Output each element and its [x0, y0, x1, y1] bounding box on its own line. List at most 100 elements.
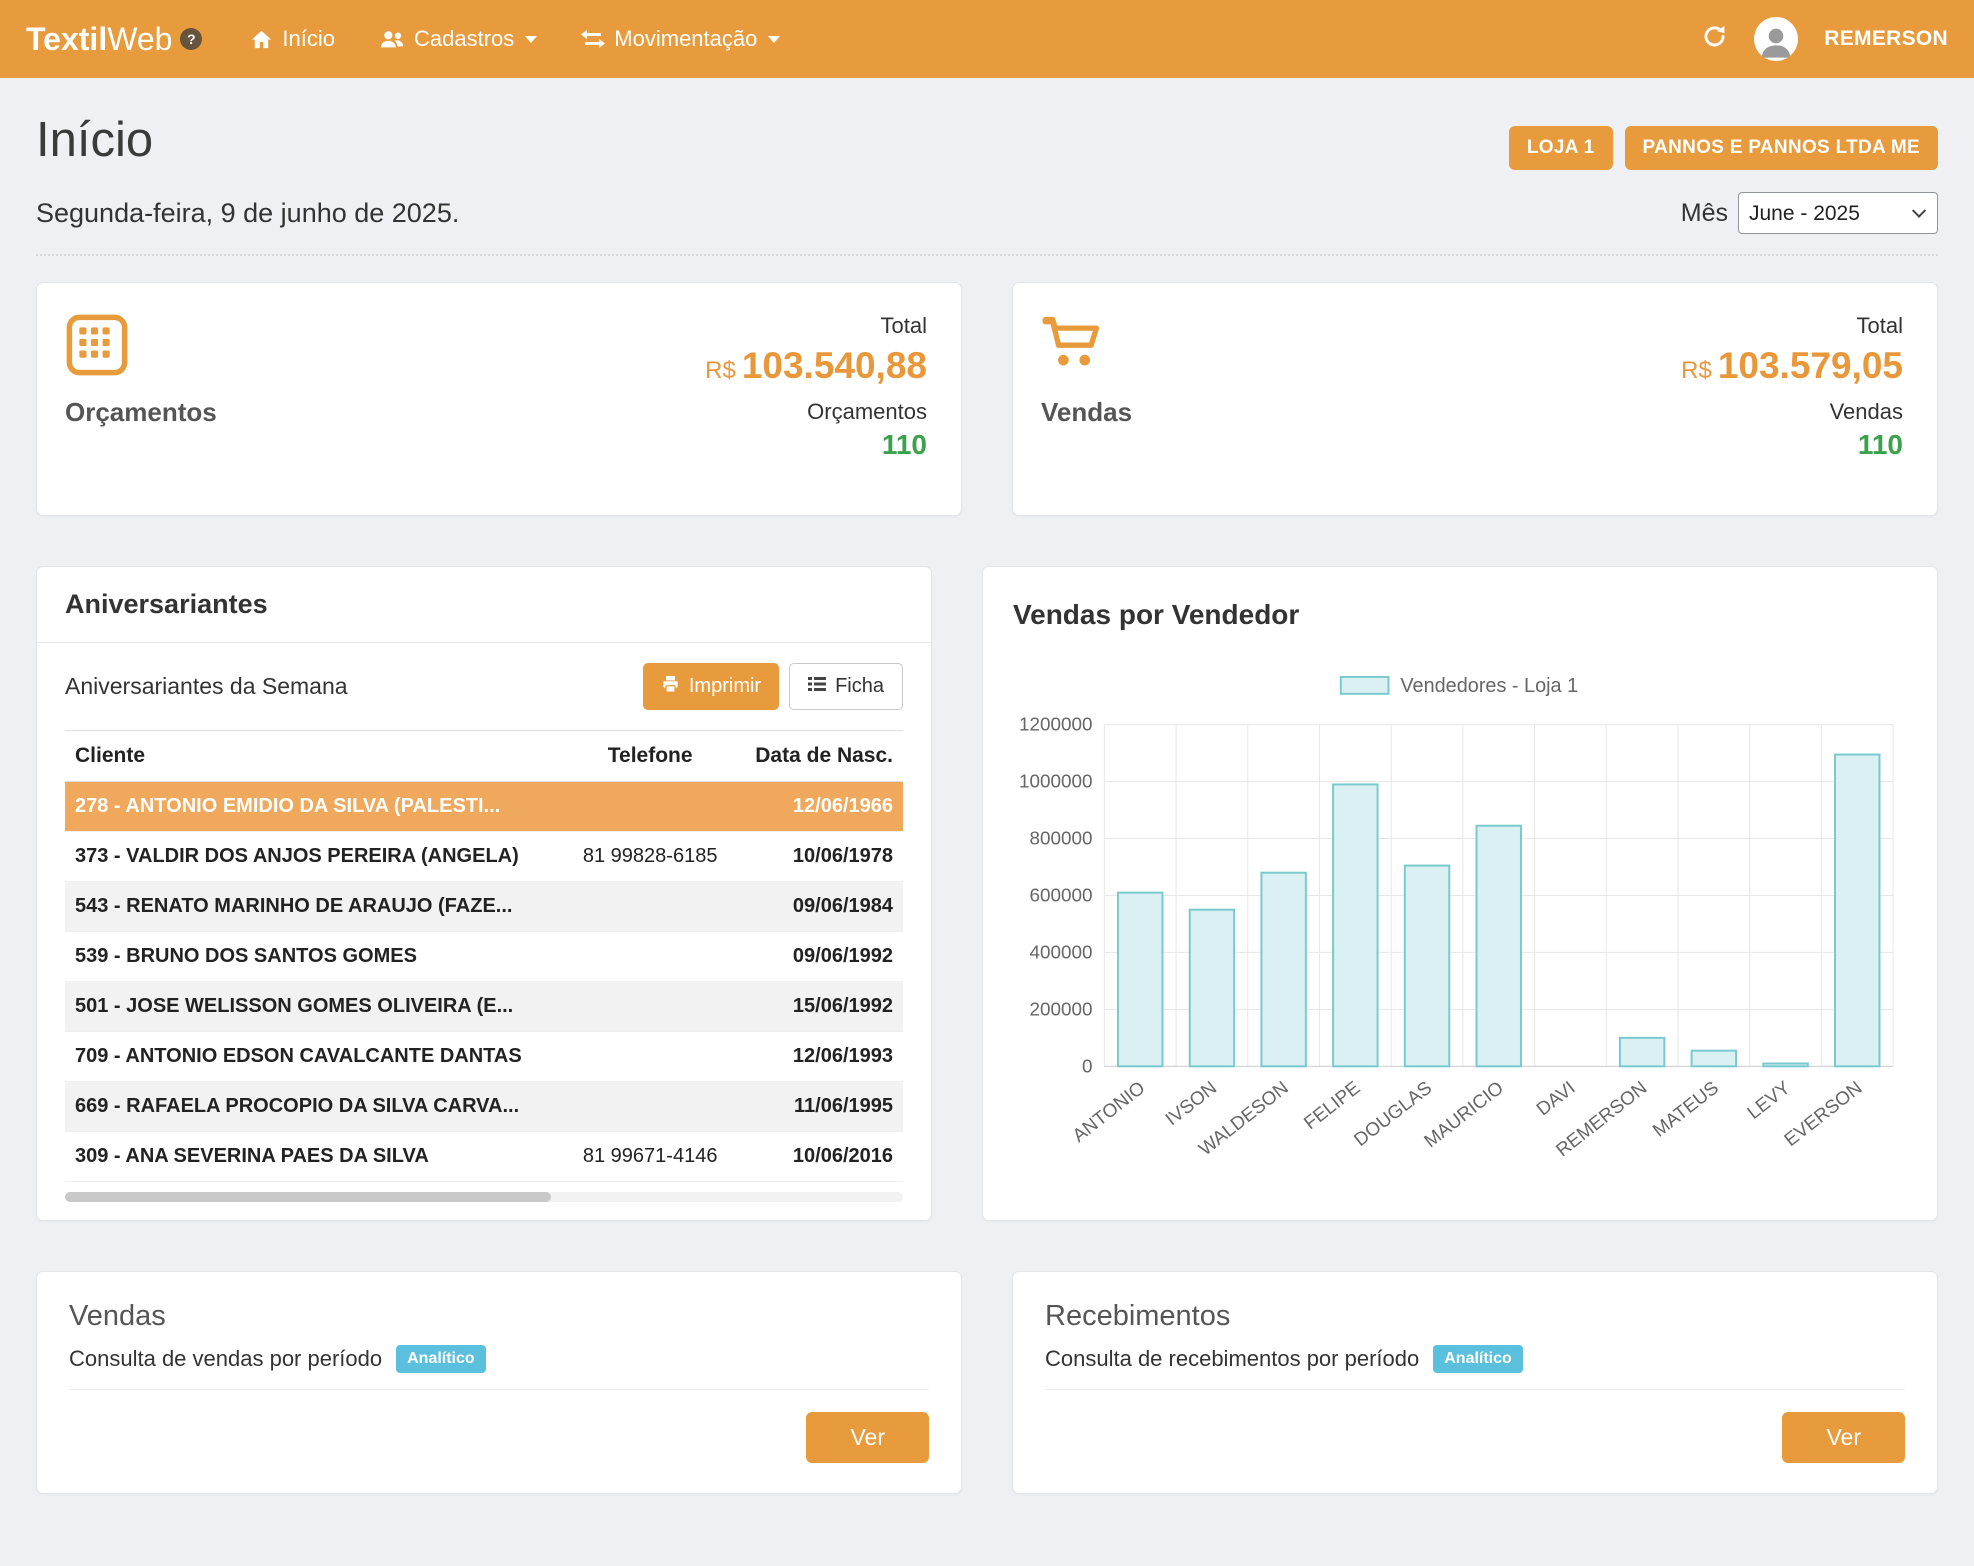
ver-recebimentos-button[interactable]: Ver [1782, 1412, 1905, 1463]
svg-text:EVERSON: EVERSON [1780, 1077, 1866, 1150]
table-row[interactable]: 501 - JOSE WELISSON GOMES OLIVEIRA (E...… [65, 982, 903, 1032]
cell-phone [567, 882, 733, 932]
navbar-right: REMERSON [1701, 17, 1948, 61]
cell-phone: 81 99671-4146 [567, 1132, 733, 1182]
avatar[interactable] [1754, 17, 1798, 61]
chart-bar [1477, 826, 1521, 1067]
nav-label: Início [282, 26, 335, 52]
column-header-data-nasc[interactable]: Data de Nasc. [733, 731, 903, 782]
chart-legend[interactable]: Vendedores - Loja 1 [1341, 675, 1578, 697]
svg-text:200000: 200000 [1030, 999, 1093, 1020]
nav-item-movimentacao[interactable]: Movimentação [581, 26, 780, 52]
table-row[interactable]: 543 - RENATO MARINHO DE ARAUJO (FAZE...0… [65, 882, 903, 932]
aniversariantes-table: Cliente Telefone Data de Nasc. 278 - ANT… [65, 730, 903, 1182]
column-header-cliente[interactable]: Cliente [65, 731, 567, 782]
chart-bar [1835, 755, 1879, 1067]
svg-text:0: 0 [1082, 1055, 1093, 1076]
table-row[interactable]: 278 - ANTONIO EMIDIO DA SILVA (PALESTI..… [65, 782, 903, 832]
header-divider [36, 254, 1938, 256]
svg-text:1000000: 1000000 [1019, 771, 1092, 792]
cell-client: 309 - ANA SEVERINA PAES DA SILVA [65, 1132, 567, 1182]
ficha-button[interactable]: Ficha [789, 663, 903, 710]
top-navbar: TextilWeb ? Início Cadastros Movimentaçã… [0, 0, 1974, 78]
chart-bar [1333, 785, 1377, 1067]
month-select-wrap: June - 2025 [1738, 192, 1938, 234]
birthdays-tbody: 278 - ANTONIO EMIDIO DA SILVA (PALESTI..… [65, 782, 903, 1182]
users-icon [379, 28, 405, 50]
ver-vendas-button[interactable]: Ver [806, 1412, 929, 1463]
cell-date: 09/06/1992 [733, 932, 903, 982]
table-row[interactable]: 539 - BRUNO DOS SANTOS GOMES 09/06/1992 [65, 932, 903, 982]
chart-bar [1118, 893, 1162, 1067]
svg-text:IVSON: IVSON [1161, 1077, 1220, 1130]
count-label: Orçamentos [705, 399, 927, 425]
aniversariantes-card: Aniversariantes Aniversariantes da Seman… [36, 566, 932, 1221]
cell-client: 501 - JOSE WELISSON GOMES OLIVEIRA (E... [65, 982, 567, 1032]
svg-text:1200000: 1200000 [1019, 714, 1092, 735]
month-select[interactable]: June - 2025 [1738, 192, 1938, 234]
table-row[interactable]: 373 - VALDIR DOS ANJOS PEREIRA (ANGELA)8… [65, 832, 903, 882]
cell-client: 278 - ANTONIO EMIDIO DA SILVA (PALESTI..… [65, 782, 567, 832]
consult-card-description: Consulta de recebimentos por período [1045, 1346, 1419, 1372]
current-date: Segunda-feira, 9 de junho de 2025. [36, 198, 459, 229]
svg-text:DAVI: DAVI [1532, 1077, 1579, 1120]
column-header-telefone[interactable]: Telefone [567, 731, 733, 782]
table-row[interactable]: 709 - ANTONIO EDSON CAVALCANTE DANTAS12/… [65, 1032, 903, 1082]
cell-phone [567, 782, 733, 832]
store-button[interactable]: LOJA 1 [1509, 126, 1613, 170]
user-name[interactable]: REMERSON [1824, 27, 1948, 51]
imprimir-button[interactable]: Imprimir [643, 663, 779, 710]
count-label: Vendas [1681, 399, 1903, 425]
svg-text:400000: 400000 [1030, 942, 1093, 963]
orcamentos-summary-card: Orçamentos Total R$103.540,88 Orçamentos… [36, 282, 962, 516]
svg-text:MATEUS: MATEUS [1649, 1077, 1723, 1141]
cell-client: 669 - RAFAELA PROCOPIO DA SILVA CARVA... [65, 1082, 567, 1132]
recebimentos-consult-card: Recebimentos Consulta de recebimentos po… [1012, 1271, 1938, 1494]
analitico-badge: Analítico [1433, 1345, 1523, 1373]
table-row[interactable]: 309 - ANA SEVERINA PAES DA SILVA81 99671… [65, 1132, 903, 1182]
refresh-icon[interactable] [1701, 23, 1728, 55]
cell-client: 539 - BRUNO DOS SANTOS GOMES [65, 932, 567, 982]
cell-client: 373 - VALDIR DOS ANJOS PEREIRA (ANGELA) [65, 832, 567, 882]
total-amount: R$103.540,88 [705, 345, 927, 387]
table-row[interactable]: 669 - RAFAELA PROCOPIO DA SILVA CARVA...… [65, 1082, 903, 1132]
aniversariantes-title: Aniversariantes [65, 589, 903, 620]
consult-card-title: Vendas [69, 1300, 929, 1333]
shopping-cart-icon [1041, 313, 1132, 379]
cell-phone [567, 932, 733, 982]
aniversariantes-subtitle: Aniversariantes da Semana [65, 673, 348, 700]
horizontal-scrollbar[interactable] [65, 1192, 903, 1202]
summary-card-name: Vendas [1041, 397, 1132, 428]
count-value: 110 [705, 429, 927, 461]
consult-card-description: Consulta de vendas por período [69, 1346, 382, 1372]
consult-card-title: Recebimentos [1045, 1300, 1905, 1333]
exchange-arrows-icon [581, 29, 605, 49]
month-label: Mês [1681, 199, 1728, 228]
vendas-por-vendedor-card: Vendas por Vendedor 0 200000 400000 600000 8… [982, 566, 1938, 1221]
calculator-icon [65, 313, 217, 379]
chart-bar [1763, 1064, 1807, 1067]
cell-phone [567, 982, 733, 1032]
chart-bar [1620, 1038, 1664, 1066]
cell-date: 10/06/1978 [733, 832, 903, 882]
scrollbar-thumb[interactable] [65, 1192, 551, 1202]
cell-date: 11/06/1995 [733, 1082, 903, 1132]
chart-holder: 020000040000060000080000010000001200000A… [1013, 635, 1907, 1194]
svg-text:800000: 800000 [1030, 828, 1093, 849]
cell-client: 543 - RENATO MARINHO DE ARAUJO (FAZE... [65, 882, 567, 932]
cell-date: 12/06/1993 [733, 1032, 903, 1082]
nav-item-inicio[interactable]: Início [250, 26, 335, 52]
total-amount: R$103.579,05 [1681, 345, 1903, 387]
nav-item-cadastros[interactable]: Cadastros [379, 26, 537, 52]
help-icon[interactable]: ? [180, 28, 202, 50]
sales-bar-chart: 020000040000060000080000010000001200000A… [1013, 669, 1907, 1166]
home-icon [250, 28, 273, 51]
nav-label: Cadastros [414, 26, 514, 52]
chart-title: Vendas por Vendedor [1013, 599, 1907, 631]
company-button[interactable]: PANNOS E PANNOS LTDA ME [1625, 126, 1938, 170]
main-content: Início LOJA 1 PANNOS E PANNOS LTDA ME Se… [0, 112, 1974, 1566]
nav-links: Início Cadastros Movimentação [250, 26, 780, 52]
brand-logo[interactable]: TextilWeb ? [26, 21, 202, 58]
total-label: Total [705, 313, 927, 339]
svg-text:600000: 600000 [1030, 885, 1093, 906]
